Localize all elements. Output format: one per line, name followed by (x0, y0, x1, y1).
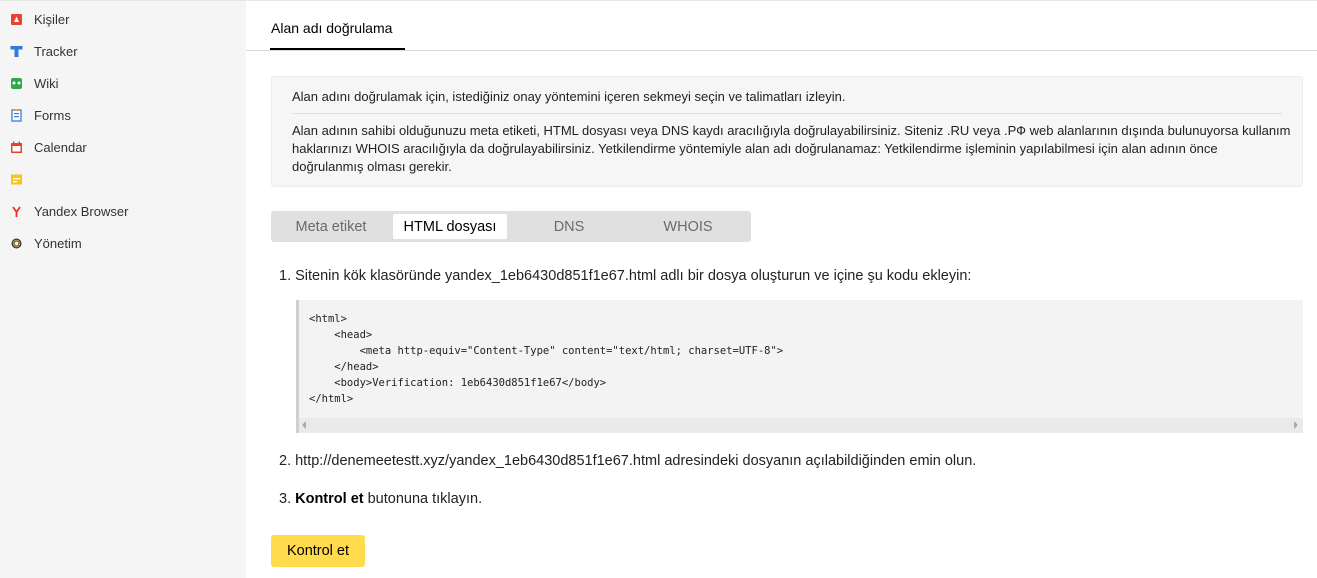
sidebar-item-yonetim[interactable]: Yönetim (0, 229, 246, 259)
sidebar-item-label: Wiki (34, 76, 59, 91)
sidebar-item-label: Yandex Browser (34, 204, 129, 219)
sidebar-item-yandex-browser[interactable]: Yandex Browser (0, 197, 246, 227)
code-block: <html> <head> <meta http-equiv="Content-… (296, 300, 1303, 433)
sidebar: Kişiler Tracker Wiki Forms Calendar Yand… (0, 0, 246, 578)
sidebar-item-label: Calendar (34, 140, 87, 155)
check-button[interactable]: Kontrol et (271, 535, 365, 567)
sidebar-item-label: Yönetim (34, 236, 82, 251)
sidebar-item-label: Forms (34, 108, 71, 123)
wiki-icon (10, 77, 23, 90)
verification-html-code: <html> <head> <meta http-equiv="Content-… (309, 313, 784, 405)
notes-icon (10, 173, 23, 186)
verification-method-tabs: Meta etiket HTML dosyası DNS WHOIS (271, 211, 751, 242)
step-3-bold: Kontrol et (295, 491, 364, 507)
sidebar-item-label: Tracker (34, 44, 78, 59)
info-detail-text: Alan adının sahibi olduğunuzu meta etike… (292, 123, 1291, 174)
yandex-browser-icon (10, 205, 23, 218)
sidebar-item-kisiler[interactable]: Kişiler (0, 5, 246, 35)
step-3-text: 3. Kontrol et butonuna tıklayın. (279, 491, 482, 507)
tab-meta-tag[interactable]: Meta etiket (271, 214, 391, 239)
top-border (246, 0, 1317, 1)
header-divider (246, 50, 1317, 51)
step-1-text: 1. Sitenin kök klasöründe yandex_1eb6430… (279, 268, 972, 284)
sidebar-item-label: Kişiler (34, 12, 70, 27)
step-3-number: 3. (279, 491, 296, 507)
scroll-left-icon[interactable] (302, 421, 306, 429)
info-panel: Alan adını doğrulamak için, istediğiniz … (271, 76, 1303, 187)
contacts-icon (10, 13, 23, 26)
sidebar-item-notes[interactable] (0, 165, 246, 195)
sidebar-item-forms[interactable]: Forms (0, 101, 246, 131)
tab-domain-verification[interactable]: Alan adı doğrulama (271, 20, 392, 36)
info-intro-text: Alan adını doğrulamak için, istediğiniz … (292, 89, 846, 104)
sidebar-item-tracker[interactable]: Tracker (0, 37, 246, 67)
forms-icon (10, 109, 23, 122)
info-divider (292, 113, 1282, 114)
tab-whois[interactable]: WHOIS (628, 214, 748, 239)
tab-html-file[interactable]: HTML dosyası (393, 214, 507, 239)
step-3-rest: butonuna tıklayın. (363, 491, 483, 507)
step-2-text: 2. http://denemeetestt.xyz/yandex_1eb643… (279, 453, 977, 469)
scroll-right-icon[interactable] (1294, 421, 1298, 429)
sidebar-item-calendar[interactable]: Calendar (0, 133, 246, 163)
settings-gear-icon (10, 237, 23, 250)
tab-dns[interactable]: DNS (509, 214, 629, 239)
calendar-icon (10, 141, 23, 154)
tracker-icon (10, 45, 23, 58)
horizontal-scrollbar[interactable] (299, 418, 1303, 433)
sidebar-item-wiki[interactable]: Wiki (0, 69, 246, 99)
